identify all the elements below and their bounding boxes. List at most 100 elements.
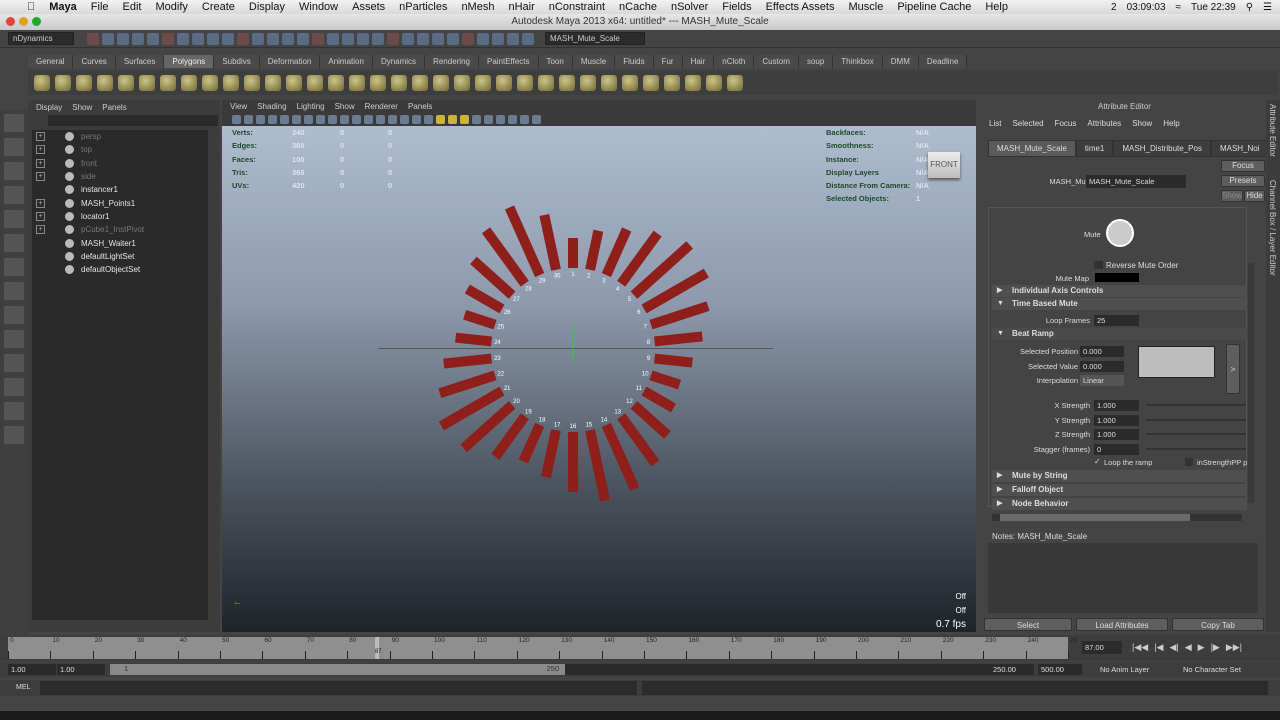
ae-horizontal-scrollbar[interactable] [992, 514, 1242, 521]
viewport-toolbar-icon[interactable] [304, 115, 313, 124]
expand-icon[interactable]: + [36, 158, 45, 168]
shelf-poly-tool-icon[interactable] [727, 74, 743, 91]
shelf-poly-tool-icon[interactable] [412, 74, 428, 91]
ae-tab[interactable]: MASH_Distribute_Pos [1113, 140, 1211, 157]
shelf-poly-tool-icon[interactable] [559, 74, 575, 91]
shelf-poly-tool-icon[interactable] [34, 74, 50, 91]
reverse-mute-checkbox[interactable] [1094, 261, 1103, 269]
menu-fields[interactable]: Fields [715, 1, 758, 13]
shelf-poly-tool-icon[interactable] [475, 74, 491, 91]
expand-icon[interactable]: + [36, 225, 45, 235]
status-line-tool-icon[interactable] [357, 32, 369, 45]
ae-tab[interactable]: time1 [1075, 140, 1114, 157]
mash-instance[interactable] [443, 353, 492, 369]
menu-window[interactable]: Window [292, 1, 345, 13]
status-line-tool-icon[interactable] [462, 32, 474, 45]
status-line-tool-icon[interactable] [447, 32, 459, 45]
status-line-tool-icon[interactable] [372, 32, 384, 45]
section-mute-by-string[interactable]: ▶ Mute by String [992, 470, 1247, 482]
current-time-indicator[interactable]: 87 [374, 637, 382, 659]
instance-bar[interactable] [568, 432, 578, 492]
tab-channel-box[interactable]: Channel Box / Layer Editor [1268, 180, 1277, 276]
interpolation-dropdown[interactable]: Linear [1080, 375, 1124, 386]
lasso-tool-icon[interactable] [4, 138, 24, 156]
instance-bar[interactable] [654, 353, 693, 368]
outliner-item[interactable]: MASH_Waiter1 [32, 236, 208, 249]
y-strength-slider[interactable] [1146, 419, 1246, 421]
section-time-based-mute[interactable]: ▼ Time Based Mute [992, 298, 1247, 310]
expand-icon[interactable]: + [36, 132, 45, 142]
focus-button[interactable]: Focus [1221, 160, 1265, 172]
status-line-tool-icon[interactable] [402, 32, 414, 45]
shelf-poly-tool-icon[interactable] [622, 74, 638, 91]
shelf-tab-animation[interactable]: Animation [320, 55, 373, 68]
expand-icon[interactable]: + [36, 198, 45, 208]
status-line-tool-icon[interactable] [417, 32, 429, 45]
menu-assets[interactable]: Assets [345, 1, 392, 13]
y-strength-field[interactable]: 1.000 [1094, 415, 1139, 426]
go-to-end-icon[interactable]: ▶▶| [1226, 642, 1242, 653]
ae-menu-help[interactable]: Help [1163, 119, 1179, 128]
shelf-poly-tool-icon[interactable] [433, 74, 449, 91]
outliner-item[interactable]: + side [32, 170, 208, 183]
status-line-tool-icon[interactable] [312, 32, 324, 45]
mash-instance[interactable] [463, 310, 497, 330]
shelf-tab-surfaces[interactable]: Surfaces [115, 55, 165, 68]
instance-bar[interactable] [463, 310, 497, 330]
viewport-toolbar-icon[interactable] [352, 115, 361, 124]
loop-frames-field[interactable]: 25 [1094, 315, 1139, 326]
viewport-toolbar-icon[interactable] [520, 115, 529, 124]
shelf-poly-tool-icon[interactable] [118, 74, 134, 91]
load-attributes-button[interactable]: Load Attributes [1076, 618, 1168, 631]
status-line-tool-icon[interactable] [222, 32, 234, 45]
shelf-tab-toon[interactable]: Toon [538, 55, 573, 68]
outliner-menu-panels[interactable]: Panels [102, 101, 126, 114]
status-line-tool-icon[interactable] [237, 32, 249, 45]
shelf-poly-tool-icon[interactable] [664, 74, 680, 91]
expand-icon[interactable]: + [36, 211, 45, 221]
instance-bar[interactable] [568, 238, 578, 268]
mash-instance[interactable] [568, 432, 578, 492]
mash-instance[interactable] [455, 332, 492, 347]
status-line-tool-icon[interactable] [132, 32, 144, 45]
ae-tab[interactable]: MASH_Mute_Scale [988, 140, 1076, 157]
x-strength-field[interactable]: 1.000 [1094, 400, 1139, 411]
viewport-toolbar-icon[interactable] [532, 115, 541, 124]
ae-menu-selected[interactable]: Selected [1012, 119, 1043, 128]
outliner-menu-display[interactable]: Display [36, 101, 62, 114]
manipulator-icon[interactable] [4, 258, 24, 276]
shelf-poly-tool-icon[interactable] [286, 74, 302, 91]
shelf-tab-hair[interactable]: Hair [682, 55, 715, 68]
menu-modify[interactable]: Modify [148, 1, 194, 13]
status-line-tool-icon[interactable] [282, 32, 294, 45]
menu-set-dropdown[interactable]: nDynamics [8, 32, 74, 45]
anim-layer-dropdown[interactable]: No Anim Layer [1100, 665, 1149, 674]
step-forward-frame-icon[interactable]: |▶ [1211, 642, 1220, 653]
select-tool-icon[interactable] [4, 114, 24, 132]
viewport-toolbar-icon[interactable] [256, 115, 265, 124]
shelf-tab-custom[interactable]: Custom [754, 55, 799, 68]
name-field[interactable]: MASH_Mute_Scale [545, 32, 645, 45]
viewport-toolbar-icon[interactable] [400, 115, 409, 124]
shelf-poly-tool-icon[interactable] [244, 74, 260, 91]
menu-pipeline-cache[interactable]: Pipeline Cache [890, 1, 978, 13]
step-back-frame-icon[interactable]: ◀| [1169, 642, 1178, 653]
menu-file[interactable]: File [84, 1, 116, 13]
playback-start-field[interactable]: 1.00 [57, 664, 105, 675]
viewport-menu-view[interactable]: View [230, 100, 247, 113]
viewport-toolbar-icon[interactable] [268, 115, 277, 124]
mute-map-swatch[interactable] [1095, 273, 1139, 282]
viewport-menu-renderer[interactable]: Renderer [365, 100, 398, 113]
viewport-toolbar-icon[interactable] [508, 115, 517, 124]
shelf-tab-painteffects[interactable]: PaintEffects [478, 55, 539, 68]
shelf-poly-tool-icon[interactable] [181, 74, 197, 91]
move-tool-icon[interactable] [4, 186, 24, 204]
zoom-window-button[interactable] [32, 17, 41, 26]
hide-button[interactable]: Hide [1244, 190, 1265, 202]
notes-field[interactable] [988, 543, 1258, 613]
status-line-tool-icon[interactable] [192, 32, 204, 45]
menu-create[interactable]: Create [195, 1, 242, 13]
loop-ramp-checkbox[interactable]: ✓ [1094, 457, 1101, 466]
instance-bar[interactable] [585, 429, 610, 502]
section-node-behavior[interactable]: ▶ Node Behavior [992, 498, 1247, 510]
